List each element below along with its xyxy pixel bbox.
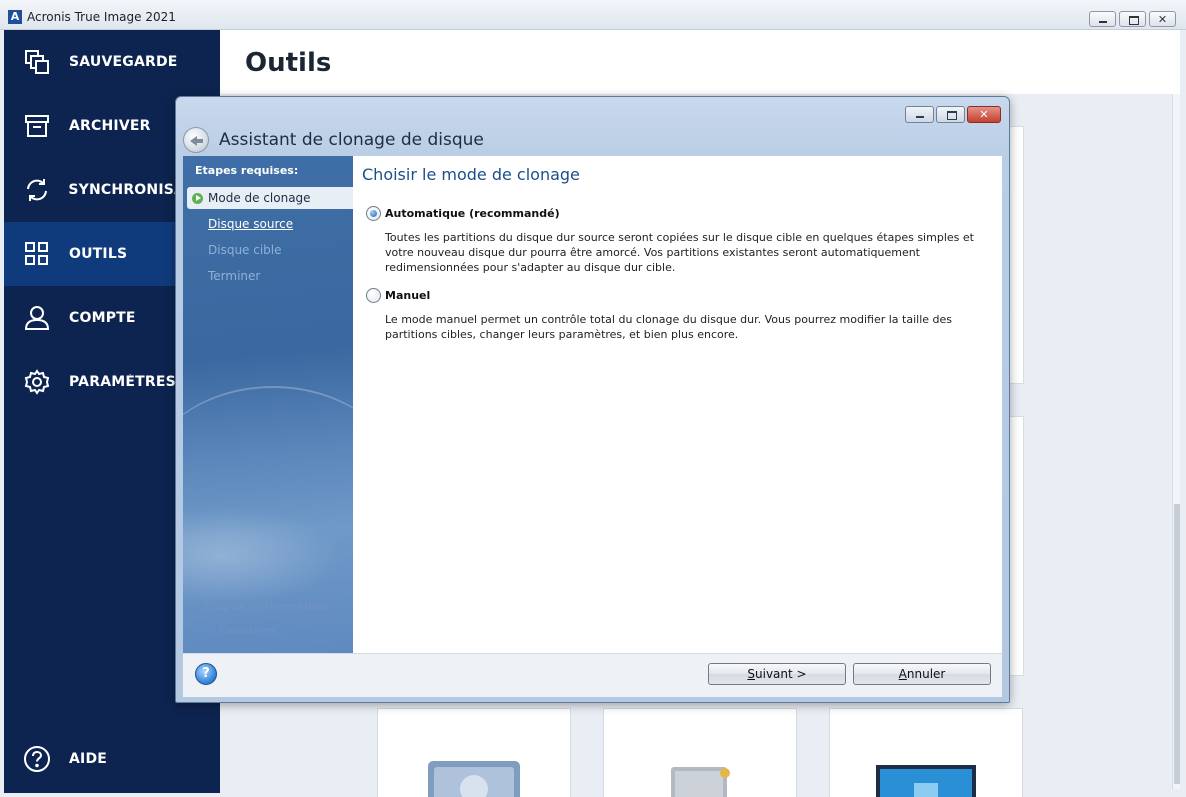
wizard-steps-panel: Etapes requises: Mode de clonage Disque … xyxy=(183,156,353,653)
restore-button[interactable] xyxy=(1119,11,1146,27)
acronis-logo-icon: A xyxy=(8,10,22,24)
optional-steps-heading: Etapes optionnelles: xyxy=(203,600,330,613)
sidebar-item-label: COMPTE xyxy=(69,310,136,326)
step-target-disk: Disque cible xyxy=(187,239,353,261)
sidebar-item-label: ARCHIVER xyxy=(69,118,151,134)
dialog-title: Assistant de clonage de disque xyxy=(219,130,484,150)
help-button[interactable]: ? xyxy=(195,663,217,685)
manual-mode-label[interactable]: Manuel xyxy=(385,289,430,302)
dialog-footer: ? Suivant > Annuler xyxy=(183,653,1002,697)
back-arrow-icon[interactable] xyxy=(183,127,209,153)
dialog-maximize-button[interactable] xyxy=(936,106,965,123)
sidebar-item-help[interactable]: AIDE xyxy=(4,727,220,791)
sidebar-item-backup[interactable]: SAUVEGARDE xyxy=(4,30,220,94)
page-header: Outils xyxy=(220,30,1180,94)
optional-step-exclusions: Exclusions xyxy=(219,624,277,637)
sync-icon xyxy=(22,175,51,205)
archive-icon xyxy=(22,111,52,141)
sidebar-item-label: OUTILS xyxy=(69,246,128,262)
content-title: Choisir le mode de clonage xyxy=(362,165,580,184)
settings-gear-icon xyxy=(22,367,52,397)
tools-grid-icon xyxy=(22,239,52,269)
cancel-button[interactable]: Annuler xyxy=(853,663,991,685)
automatic-mode-label[interactable]: Automatique (recommandé) xyxy=(385,207,560,220)
clone-disk-wizard-dialog: Assistant de clonage de disque Etapes re… xyxy=(175,96,1010,703)
cancel-label: nnuler xyxy=(906,667,946,681)
manual-mode-radio[interactable] xyxy=(366,288,381,303)
dialog-window-controls xyxy=(905,106,1001,123)
cancel-mnemonic: A xyxy=(898,667,907,681)
close-button[interactable] xyxy=(1149,11,1176,27)
automatic-mode-description: Toutes les partitions du disque dur sour… xyxy=(385,231,974,274)
step-source-disk[interactable]: Disque source xyxy=(187,213,353,235)
dialog-close-button[interactable] xyxy=(967,106,1001,123)
next-mnemonic: S xyxy=(747,667,756,681)
tool-tile[interactable] xyxy=(829,708,1023,797)
tool-tile[interactable] xyxy=(603,708,797,797)
hard-drive-icon xyxy=(665,759,735,797)
window-titlebar: A Acronis True Image 2021 xyxy=(0,0,1186,30)
step-label: Mode de clonage xyxy=(208,191,311,205)
scrollbar-thumb[interactable] xyxy=(1174,504,1180,784)
step-finish: Terminer xyxy=(187,265,353,287)
monitor-icon xyxy=(874,759,978,797)
account-icon xyxy=(22,303,52,333)
dialog-minimize-button[interactable] xyxy=(905,106,934,123)
sidebar-item-label: SAUVEGARDE xyxy=(69,54,178,70)
required-steps-heading: Etapes requises: xyxy=(195,164,299,177)
step-label[interactable]: Disque source xyxy=(208,217,293,231)
sidebar-item-label: PARAMÈTRES xyxy=(69,374,176,390)
page-title: Outils xyxy=(245,48,332,78)
current-step-arrow-icon xyxy=(192,193,203,204)
disk-icon xyxy=(426,759,522,797)
decorative-wave xyxy=(183,386,353,586)
step-label: Disque cible xyxy=(208,243,282,257)
backup-icon xyxy=(22,47,52,77)
manual-mode-description: Le mode manuel permet un contrôle total … xyxy=(385,313,952,341)
automatic-mode-radio[interactable] xyxy=(366,206,381,221)
minimize-button[interactable] xyxy=(1089,11,1116,27)
window-controls xyxy=(1089,11,1176,27)
sidebar-item-label: AIDE xyxy=(69,751,108,767)
wizard-content: Choisir le mode de clonage Automatique (… xyxy=(353,156,1002,653)
next-button[interactable]: Suivant > xyxy=(708,663,846,685)
window-title: Acronis True Image 2021 xyxy=(27,10,176,24)
help-circle-icon xyxy=(22,744,52,774)
next-label: uivant > xyxy=(755,667,807,681)
vertical-scrollbar[interactable] xyxy=(1172,94,1180,789)
tool-tile[interactable] xyxy=(377,708,571,797)
step-label: Terminer xyxy=(208,269,261,283)
step-clone-mode: Mode de clonage xyxy=(187,187,353,209)
